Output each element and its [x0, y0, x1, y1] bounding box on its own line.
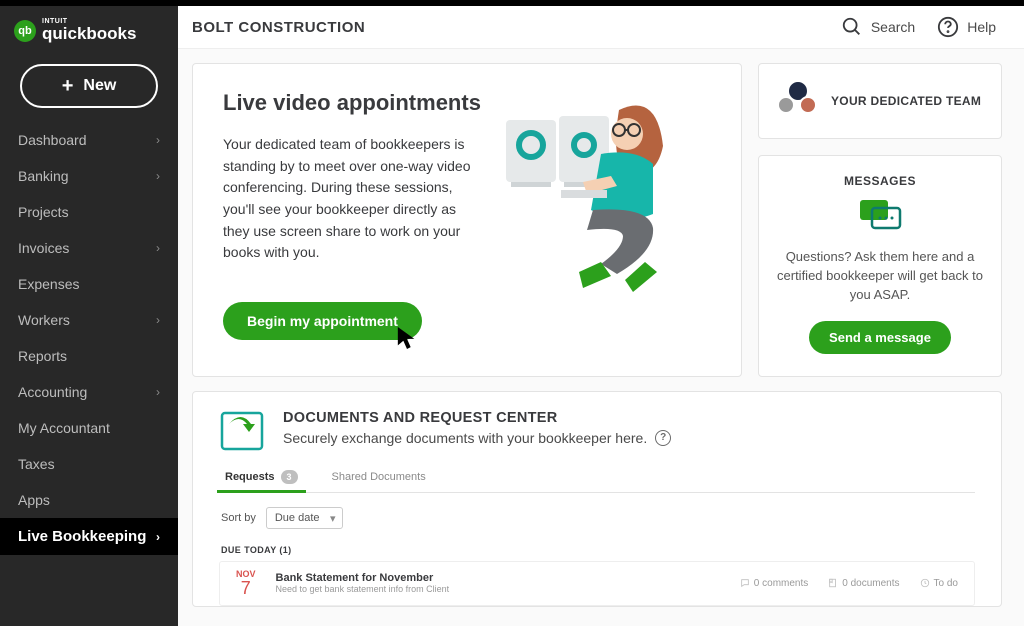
- sidebar-item-label: Reports: [18, 348, 67, 364]
- brand-logo: qb INTUIT quickbooks: [0, 6, 178, 54]
- sidebar-item-label: Workers: [18, 312, 70, 328]
- header: BOLT CONSTRUCTION Search Help: [178, 6, 1024, 49]
- help-icon: [937, 16, 959, 38]
- documents-title: DOCUMENTS AND REQUEST CENTER: [283, 410, 671, 426]
- sidebar-item-live-bookkeeping[interactable]: Live Bookkeeping ›: [0, 518, 178, 555]
- sidebar-nav: Dashboard › Banking › Projects Invoices › E…: [0, 122, 178, 555]
- chevron-right-icon: ›: [156, 169, 160, 183]
- documents-tabs: Requests 3 Shared Documents: [219, 470, 975, 493]
- sidebar-item-label: Apps: [18, 492, 50, 508]
- sort-select[interactable]: Due date: [266, 507, 343, 529]
- request-documents-label: 0 documents: [842, 578, 899, 589]
- sidebar-item-expenses[interactable]: Expenses: [0, 266, 178, 302]
- brand-badge-icon: qb: [14, 20, 36, 42]
- brand-name: quickbooks: [42, 24, 136, 43]
- tab-label: Shared Documents: [332, 471, 426, 483]
- sort-label: Sort by: [221, 512, 256, 524]
- sidebar-item-label: My Accountant: [18, 420, 110, 436]
- sidebar-item-workers[interactable]: Workers ›: [0, 302, 178, 338]
- plus-icon: +: [62, 76, 74, 96]
- bookkeeper-illustration: [501, 90, 711, 300]
- company-name: BOLT CONSTRUCTION: [192, 19, 365, 36]
- sidebar-item-label: Live Bookkeeping: [18, 528, 146, 545]
- request-status: To do: [920, 578, 958, 589]
- request-documents: 0 documents: [828, 578, 899, 589]
- search-action[interactable]: Search: [841, 16, 915, 38]
- tab-label: Requests: [225, 471, 275, 483]
- tab-shared-documents[interactable]: Shared Documents: [330, 470, 428, 492]
- request-comments: 0 comments: [740, 578, 808, 589]
- sidebar-item-label: Expenses: [18, 276, 79, 292]
- document-exchange-icon: [219, 410, 265, 452]
- dedicated-team-card[interactable]: YOUR DEDICATED TEAM: [758, 63, 1002, 139]
- documents-card: DOCUMENTS AND REQUEST CENTER Securely ex…: [192, 391, 1002, 607]
- sidebar-item-my-accountant[interactable]: My Accountant: [0, 410, 178, 446]
- main-panel: BOLT CONSTRUCTION Search Help: [178, 6, 1024, 626]
- sidebar-item-accounting[interactable]: Accounting ›: [0, 374, 178, 410]
- sidebar-item-label: Invoices: [18, 240, 69, 256]
- chevron-right-icon: ›: [156, 133, 160, 147]
- tab-count-badge: 3: [281, 470, 298, 484]
- send-message-button[interactable]: Send a message: [809, 321, 951, 354]
- team-avatars-icon: [777, 80, 819, 122]
- request-day: 7: [236, 579, 256, 597]
- sidebar-item-invoices[interactable]: Invoices ›: [0, 230, 178, 266]
- sidebar-item-projects[interactable]: Projects: [0, 194, 178, 230]
- search-label: Search: [871, 19, 915, 35]
- request-row[interactable]: NOV 7 Bank Statement for November Need t…: [219, 561, 975, 606]
- search-icon: [841, 16, 863, 38]
- sidebar-item-label: Taxes: [18, 456, 55, 472]
- request-comments-label: 0 comments: [754, 578, 808, 589]
- request-date: NOV 7: [236, 570, 256, 597]
- info-icon[interactable]: ?: [655, 430, 671, 446]
- appointment-description: Your dedicated team of bookkeepers is st…: [223, 134, 481, 264]
- sidebar-item-taxes[interactable]: Taxes: [0, 446, 178, 482]
- team-card-title: YOUR DEDICATED TEAM: [831, 94, 981, 108]
- request-title: Bank Statement for November: [276, 572, 720, 584]
- sidebar-item-label: Projects: [18, 204, 69, 220]
- help-label: Help: [967, 19, 996, 35]
- tab-requests[interactable]: Requests 3: [223, 470, 300, 492]
- chevron-right-icon: ›: [156, 313, 160, 327]
- sidebar-item-label: Accounting: [18, 384, 87, 400]
- sidebar: qb INTUIT quickbooks + New Dashboard › Ba…: [0, 6, 178, 626]
- appointment-title: Live video appointments: [223, 90, 481, 116]
- help-action[interactable]: Help: [937, 16, 996, 38]
- sidebar-item-dashboard[interactable]: Dashboard ›: [0, 122, 178, 158]
- new-button[interactable]: + New: [20, 64, 158, 108]
- sort-value: Due date: [275, 512, 320, 524]
- due-today-header: DUE TODAY (1): [219, 539, 975, 561]
- messages-description: Questions? Ask them here and a certified…: [777, 248, 983, 305]
- messages-title: MESSAGES: [777, 174, 983, 188]
- sidebar-item-apps[interactable]: Apps: [0, 482, 178, 518]
- new-button-label: New: [83, 77, 116, 95]
- sidebar-item-label: Banking: [18, 168, 69, 184]
- documents-subtitle: Securely exchange documents with your bo…: [283, 430, 647, 446]
- sidebar-item-label: Dashboard: [18, 132, 87, 148]
- begin-appointment-button[interactable]: Begin my appointment: [223, 302, 422, 340]
- request-status-label: To do: [934, 578, 958, 589]
- sidebar-item-reports[interactable]: Reports: [0, 338, 178, 374]
- sidebar-item-banking[interactable]: Banking ›: [0, 158, 178, 194]
- request-subtitle: Need to get bank statement info from Cli…: [276, 584, 720, 594]
- chevron-right-icon: ›: [156, 241, 160, 255]
- chevron-right-icon: ›: [156, 530, 160, 544]
- appointment-card: Live video appointments Your dedicated t…: [192, 63, 742, 377]
- messages-card: MESSAGES Questions? Ask them here and a …: [758, 155, 1002, 377]
- cursor-icon: [396, 325, 418, 356]
- chat-icon: [858, 198, 902, 234]
- chevron-right-icon: ›: [156, 385, 160, 399]
